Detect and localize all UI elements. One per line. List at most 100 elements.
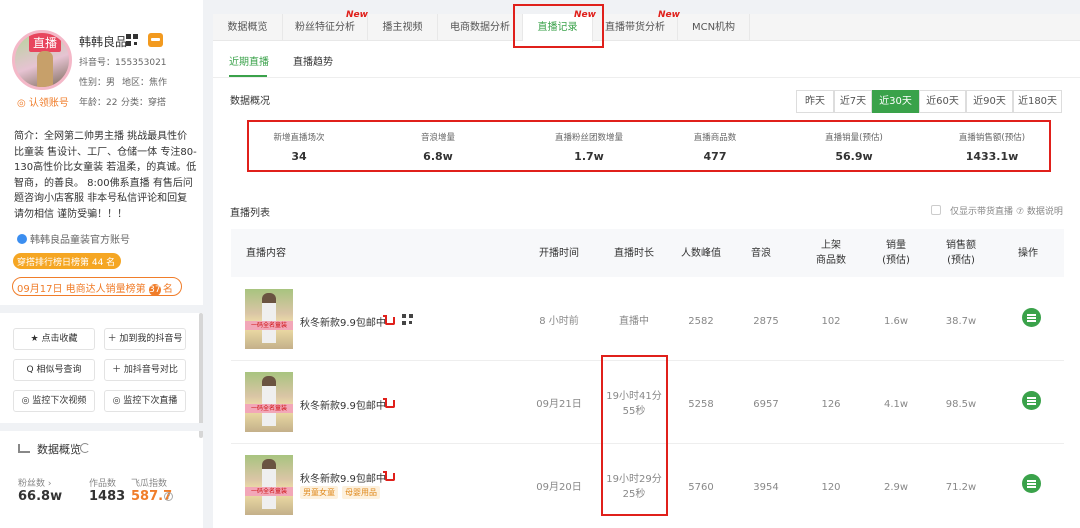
qr-code-icon[interactable]	[126, 34, 138, 46]
monitor-video-button[interactable]: ◎ 监控下次视频	[13, 390, 95, 412]
subtab-recent[interactable]: 近期直播	[229, 53, 269, 68]
overview-section-title: 数据概况	[230, 96, 270, 107]
kpi-value: 1433.1w	[965, 150, 1019, 163]
sales: 1.6w	[883, 316, 909, 327]
divider	[0, 423, 203, 431]
sound: 3954	[753, 482, 779, 493]
tab-bar: 数据概览 粉丝特征分析 播主视频 电商数据分析 直播记录 直播带货分析 MCN机…	[213, 14, 1080, 42]
profile-panel: 直播 韩韩良品 抖音号：155353021 性别：男 地区：焦作 ◎ 认领账号 …	[0, 0, 203, 528]
range-60d[interactable]: 近60天	[919, 90, 966, 113]
region: 地区：焦作	[122, 78, 168, 88]
rank-sales-label: 09月17日 电商达人销量榜第	[17, 284, 146, 295]
range-90d[interactable]: 近90天	[966, 90, 1013, 113]
only-goods-checkbox[interactable]	[931, 205, 941, 215]
help-icon[interactable]: ?	[164, 492, 173, 501]
fans-value: 66.8w	[18, 489, 63, 504]
revenue: 98.5w	[945, 399, 977, 410]
chart-icon	[18, 444, 30, 453]
live-title[interactable]: 秋冬新款9.9包邮中	[300, 397, 386, 412]
main-panel: 数据概览 粉丝特征分析 播主视频 电商数据分析 直播记录 直播带货分析 MCN机…	[213, 4, 1080, 528]
official-label: 韩韩良品童装官方账号	[30, 235, 130, 246]
live-thumbnail[interactable]: 一码全名童装	[245, 289, 293, 349]
th-start: 开播时间	[539, 248, 579, 259]
subtab-trend[interactable]: 直播趋势	[293, 53, 333, 68]
range-7d[interactable]: 近7天	[834, 90, 872, 113]
sound: 6957	[753, 399, 779, 410]
tab-videos[interactable]: 播主视频	[368, 14, 438, 41]
live-tag: 直播	[29, 33, 62, 52]
qr-code-icon[interactable]	[402, 314, 413, 325]
details-icon[interactable]	[1022, 308, 1041, 327]
avatar[interactable]: 直播	[12, 30, 72, 90]
tab-overview[interactable]: 数据概览	[213, 14, 283, 41]
gender: 性别：男	[79, 78, 116, 88]
start-time: 09月21日	[536, 399, 582, 410]
fans-label[interactable]: 粉丝数 ›	[18, 476, 51, 489]
add-compare-button[interactable]: ＋ 加抖音号对比	[104, 359, 186, 381]
range-yesterday[interactable]: 昨天	[796, 90, 834, 113]
overview-title: 数据概览	[37, 443, 81, 456]
add-my-account-button[interactable]: ＋ 加到我的抖音号	[104, 328, 186, 350]
th-op: 操作	[1018, 248, 1038, 259]
th-duration: 直播时长	[614, 248, 654, 259]
highlight-box	[247, 120, 1051, 172]
claim-account-link[interactable]: ◎ 认领账号	[17, 94, 69, 109]
live-title[interactable]: 秋冬新款9.9包邮中	[300, 314, 386, 329]
start-time: 8 小时前	[539, 316, 579, 327]
monitor-live-button[interactable]: ◎ 监控下次直播	[104, 390, 186, 412]
th-sales: 销量 (预估)	[882, 240, 910, 266]
th-revenue: 销售额 (预估)	[946, 240, 976, 266]
details-icon[interactable]	[1022, 474, 1041, 493]
category-chip: 母婴用品	[342, 486, 380, 499]
peak: 2582	[688, 316, 714, 327]
live-title[interactable]: 秋冬新款9.9包邮中	[300, 470, 386, 485]
details-icon[interactable]	[1022, 391, 1041, 410]
goods: 126	[821, 399, 841, 410]
index-label: 飞瓜指数	[131, 479, 168, 489]
th-peak: 人数峰值	[681, 248, 721, 259]
range-30d[interactable]: 近30天	[872, 90, 919, 113]
th-content: 直播内容	[246, 248, 286, 259]
cart-icon	[383, 398, 395, 408]
scrollbar[interactable]	[199, 313, 203, 438]
data-note-link[interactable]: ⑦ 数据说明	[1016, 204, 1063, 217]
tab-mcn[interactable]: MCN机构	[678, 14, 750, 41]
duration: 直播中	[619, 316, 649, 327]
official-account: 韩韩良品童装官方账号	[17, 231, 130, 246]
tab-ecommerce[interactable]: 电商数据分析	[438, 14, 523, 41]
start-time: 09月20日	[536, 482, 582, 493]
works-label: 作品数	[89, 479, 117, 489]
cart-icon	[383, 471, 395, 481]
kpi-label: 直播销量(预估)	[825, 133, 883, 143]
range-180d[interactable]: 近180天	[1013, 90, 1062, 113]
favorite-button[interactable]: ★ 点击收藏	[13, 328, 95, 350]
only-goods-label[interactable]: 仅显示带货直播	[950, 204, 1013, 217]
kpi-label: 直播销售额(预估)	[958, 133, 1026, 143]
account-name: 韩韩良品	[79, 35, 128, 49]
kpi-label: 音浪增量	[420, 133, 455, 143]
peak: 5760	[688, 482, 714, 493]
th-goods: 上架 商品数	[816, 240, 846, 266]
highlight-box	[601, 355, 668, 516]
shop-icon[interactable]	[148, 33, 163, 47]
rank-daily-label: 穿搭排行榜日榜第 44 名	[17, 258, 116, 268]
live-thumbnail[interactable]: 一码全名童装	[245, 372, 293, 432]
bio-text: 简介：全网第二帅男主播 挑战最具性价比童装 售设计、工厂、仓储一体 专注80-1…	[14, 131, 197, 220]
similar-search-button[interactable]: Q 相似号查询	[13, 359, 95, 381]
category-chip: 男童女童	[300, 486, 338, 499]
list-section-title: 直播列表	[230, 208, 270, 219]
kpi-label: 直播商品数	[693, 133, 737, 143]
kpi-value: 477	[703, 150, 727, 163]
refresh-icon[interactable]	[80, 443, 90, 453]
kpi-value: 1.7w	[574, 150, 604, 163]
rank-sales-number: 37	[148, 284, 161, 296]
kpi-value: 6.8w	[423, 150, 453, 163]
cart-icon	[383, 315, 395, 325]
revenue: 71.2w	[945, 482, 977, 493]
rank-badge-daily[interactable]: 穿搭排行榜日榜第 44 名	[13, 253, 122, 269]
rank-badge-sales[interactable]: 09月17日 电商达人销量榜第 37 名	[12, 277, 182, 296]
sales: 4.1w	[883, 399, 909, 410]
live-thumbnail[interactable]: 一码全名童装	[245, 455, 293, 515]
new-badge: New	[346, 10, 368, 20]
category: 分类：穿搭	[121, 98, 167, 108]
